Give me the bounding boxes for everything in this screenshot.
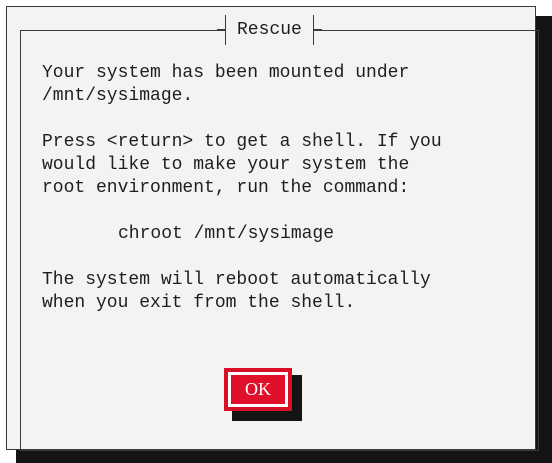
dialog-title: Rescue bbox=[217, 15, 322, 45]
message-line: /mnt/sysimage. bbox=[42, 86, 194, 106]
message-line: root environment, run the command: bbox=[42, 178, 410, 198]
message-line: when you exit from the shell. bbox=[42, 293, 356, 313]
message-line: The system will reboot automatically bbox=[42, 270, 431, 290]
message-line: Press <return> to get a shell. If you bbox=[42, 132, 442, 152]
chroot-command: chroot /mnt/sysimage bbox=[118, 224, 335, 244]
ok-button-label: OK bbox=[231, 375, 285, 404]
message-line: Your system has been mounted under bbox=[42, 63, 410, 83]
message-line: would like to make your system the bbox=[42, 155, 410, 175]
ok-button-focus-ring: OK bbox=[228, 372, 288, 407]
dialog-message: Your system has been mounted under /mnt/… bbox=[42, 62, 522, 315]
rescue-screen: Rescue Your system has been mounted unde… bbox=[0, 0, 552, 463]
ok-button[interactable]: OK bbox=[224, 368, 292, 411]
